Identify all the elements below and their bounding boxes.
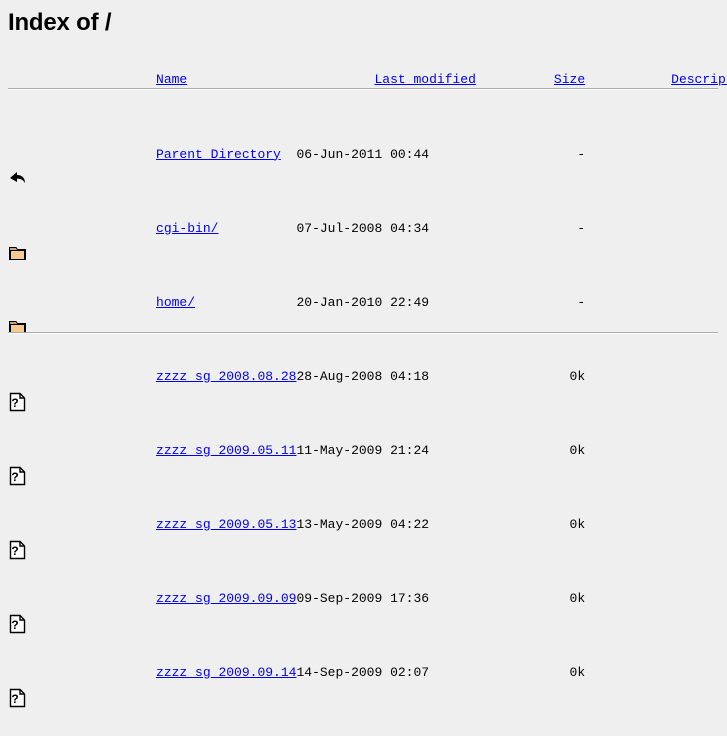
row-size: - [577,146,586,162]
row-size: 0k [569,516,586,532]
row-name-cell: zzzz_sg_2009.05.11 [78,413,296,487]
table-row[interactable]: Parent Directory 06-Jun-2011 00:44 - [0,117,727,191]
row-size: 0k [569,368,586,384]
table-row[interactable]: ? zzzz_sg_2009.05.11 11-May-2009 21:24 0… [0,413,727,487]
file-link[interactable]: zzzz_sg_2008.08.28 [156,369,296,384]
row-last-modified: 07-Jul-2008 04:34 [296,220,430,236]
row-name-cell: home/ [78,265,296,339]
row-description [585,265,727,339]
file-link[interactable]: zzzz_sg_2009.05.11 [156,443,296,458]
row-name-cell: zzzz_sg_2009.05.13 [78,487,296,561]
header-icon-cell [0,60,78,101]
svg-text:?: ? [11,692,18,706]
row-description [585,561,727,635]
column-header-last-modified[interactable]: Last modified [374,72,475,87]
column-header-size[interactable]: Size [554,72,585,87]
table-row[interactable]: ? zzzz_sg_2009.09.14 14-Sep-2009 02:07 0… [0,635,727,709]
directory-listing: Name Last modified Size Description [0,60,727,709]
unknown-file-icon: ? [8,661,28,708]
row-icon-cell: ? [0,635,78,709]
header-rule-spacer [0,101,727,117]
row-size: - [577,294,586,310]
svg-text:?: ? [11,618,18,632]
table-row[interactable]: ? zzzz_sg_2008.08.28 28-Aug-2008 04:18 0… [0,339,727,413]
folder-icon [8,291,28,334]
table-row[interactable]: home/ 20-Jan-2010 22:49 - [0,265,727,339]
row-name-cell: zzzz_sg_2009.09.14 [78,635,296,709]
svg-text:?: ? [11,396,18,410]
row-last-modified: 11-May-2009 21:24 [296,442,430,458]
table-row[interactable]: ? zzzz_sg_2009.09.09 09-Sep-2009 17:36 0… [0,561,727,635]
column-header-description[interactable]: Description [671,72,727,87]
row-name-cell: Parent Directory [78,117,296,191]
unknown-file-icon: ? [8,439,28,486]
row-description [585,487,727,561]
row-last-modified: 06-Jun-2011 00:44 [296,146,430,162]
file-link[interactable]: zzzz_sg_2009.05.13 [156,517,296,532]
row-last-modified: 20-Jan-2010 22:49 [296,294,430,310]
row-size: - [577,220,586,236]
row-last-modified: 09-Sep-2009 17:36 [296,590,430,606]
file-link[interactable]: zzzz_sg_2009.09.09 [156,591,296,606]
row-description [585,635,727,709]
unknown-file-icon: ? [8,513,28,560]
table-header-row: Name Last modified Size Description [0,60,727,101]
directory-table-body: Name Last modified Size Description [0,60,727,709]
header-name-cell: Name [78,60,296,101]
file-link[interactable]: zzzz_sg_2009.09.14 [156,665,296,680]
page-title: Index of / [8,9,112,36]
row-last-modified: 28-Aug-2008 04:18 [296,368,430,384]
footer-divider [8,332,718,334]
row-last-modified: 13-May-2009 04:22 [296,516,430,532]
row-icon-cell [0,117,78,191]
column-header-name[interactable]: Name [156,72,187,87]
header-description-cell: Description [585,60,727,101]
row-last-modified: 14-Sep-2009 02:07 [296,664,430,680]
row-icon-cell: ? [0,561,78,635]
table-row[interactable]: cgi-bin/ 07-Jul-2008 04:34 - [0,191,727,265]
row-name-cell: zzzz_sg_2009.09.09 [78,561,296,635]
row-size: 0k [569,442,586,458]
svg-text:?: ? [11,470,18,484]
header-size-cell: Size [476,60,585,101]
row-description [585,413,727,487]
directory-table: Name Last modified Size Description [0,60,727,709]
unknown-file-icon: ? [8,587,28,634]
header-date-cell: Last modified [296,60,475,101]
unknown-file-icon: ? [8,365,28,412]
folder-icon [8,217,28,260]
back-arrow-icon [8,143,28,183]
file-link[interactable]: cgi-bin/ [156,221,218,236]
table-row[interactable]: ? zzzz_sg_2009.05.13 13-May-2009 04:22 0… [0,487,727,561]
row-description [585,117,727,191]
svg-text:?: ? [11,544,18,558]
row-description [585,339,727,413]
file-link[interactable]: Parent Directory [156,147,281,162]
row-name-cell: zzzz_sg_2008.08.28 [78,339,296,413]
row-size: 0k [569,664,586,680]
file-link[interactable]: home/ [156,295,195,310]
row-description [585,191,727,265]
row-name-cell: cgi-bin/ [78,191,296,265]
row-size: 0k [569,590,586,606]
